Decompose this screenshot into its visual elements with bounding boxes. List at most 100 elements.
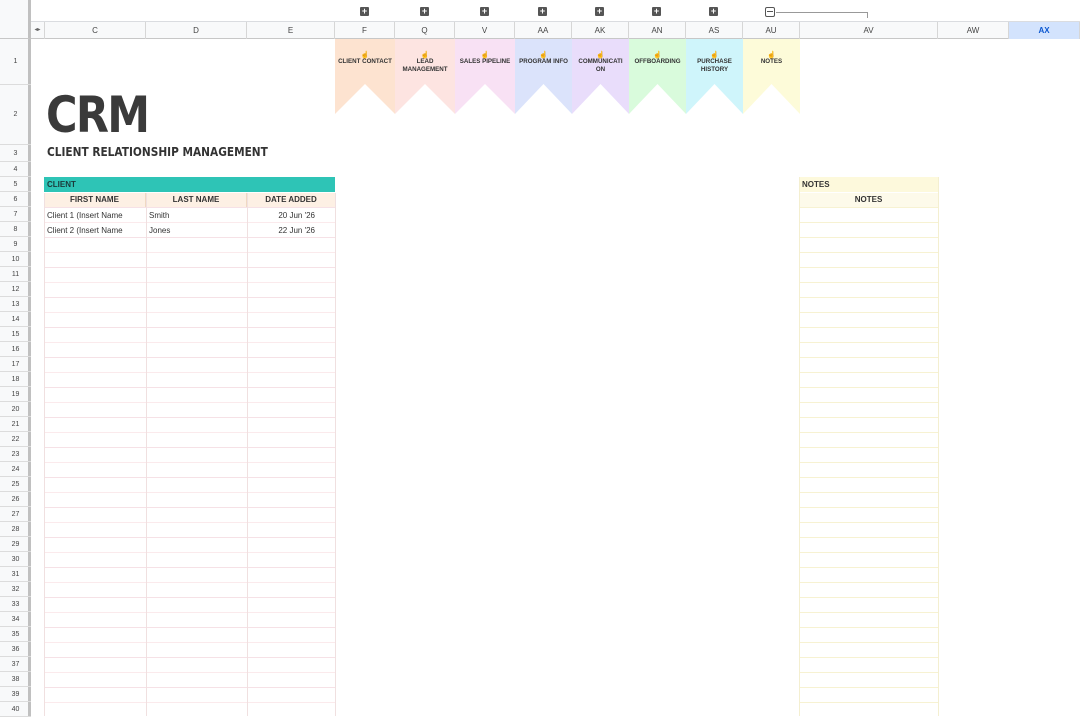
row-header[interactable]: 6: [0, 192, 31, 207]
row-header[interactable]: 30: [0, 552, 31, 567]
notes-row: [799, 237, 938, 238]
notes-row: [799, 297, 938, 298]
row-header[interactable]: 32: [0, 582, 31, 597]
row-header[interactable]: 13: [0, 297, 31, 312]
row-header[interactable]: 10: [0, 252, 31, 267]
row-header[interactable]: 5: [0, 177, 31, 192]
column-header-av[interactable]: AV: [800, 22, 938, 39]
tab-label: COMMUNICATI ON: [578, 58, 623, 73]
row-header[interactable]: 25: [0, 477, 31, 492]
table-column-divider: [146, 193, 147, 716]
row-header[interactable]: 35: [0, 627, 31, 642]
table-column-divider: [247, 193, 248, 716]
column-header-aa[interactable]: AA: [515, 22, 572, 39]
column-header-c[interactable]: C: [45, 22, 146, 39]
row-header[interactable]: 18: [0, 372, 31, 387]
row-header[interactable]: 22: [0, 432, 31, 447]
row-header[interactable]: 2: [0, 85, 31, 145]
row-header[interactable]: 14: [0, 312, 31, 327]
row-header[interactable]: 16: [0, 342, 31, 357]
notes-row: [799, 657, 938, 658]
row-header[interactable]: 19: [0, 387, 31, 402]
column-header-f[interactable]: F: [335, 22, 395, 39]
date-added-cell[interactable]: 22 Jun '26: [247, 223, 335, 238]
table-row: [44, 282, 335, 283]
column-header-an[interactable]: AN: [629, 22, 686, 39]
table-row: [44, 672, 335, 673]
first-name-cell[interactable]: Client 1 (Insert Name: [44, 208, 146, 223]
expand-group-icon[interactable]: +: [360, 7, 369, 16]
row-header[interactable]: 12: [0, 282, 31, 297]
row-header[interactable]: 21: [0, 417, 31, 432]
last-name-cell[interactable]: Smith: [146, 208, 247, 223]
notes-row: [799, 312, 938, 313]
column-header-ax[interactable]: AX: [1009, 22, 1080, 39]
notes-row: [799, 492, 938, 493]
expand-group-icon[interactable]: +: [652, 7, 661, 16]
row-header[interactable]: 20: [0, 402, 31, 417]
collapse-group-icon[interactable]: [765, 7, 775, 17]
tab-banner[interactable]: ☝ PROGRAM INFO: [515, 39, 572, 114]
row-header[interactable]: 1: [0, 39, 31, 85]
column-header-as[interactable]: AS: [686, 22, 743, 39]
expand-group-icon[interactable]: +: [595, 7, 604, 16]
table-row: [44, 477, 335, 478]
date-added-cell[interactable]: 20 Jun '26: [247, 208, 335, 223]
row-header[interactable]: 9: [0, 237, 31, 252]
expand-group-icon[interactable]: +: [480, 7, 489, 16]
row-header[interactable]: 39: [0, 687, 31, 702]
expand-group-icon[interactable]: +: [538, 7, 547, 16]
column-header-v[interactable]: V: [455, 22, 515, 39]
notes-column-divider: [799, 177, 800, 716]
hidden-columns-indicator[interactable]: ◂▸: [31, 22, 45, 39]
select-all-corner[interactable]: [0, 0, 31, 39]
tab-banner[interactable]: ☝ COMMUNICATI ON: [572, 39, 629, 114]
row-header[interactable]: 7: [0, 207, 31, 222]
column-header-au[interactable]: AU: [743, 22, 800, 39]
notes-row: [799, 552, 938, 553]
table-row: [44, 552, 335, 553]
column-header-d[interactable]: D: [146, 22, 247, 39]
expand-group-icon[interactable]: +: [709, 7, 718, 16]
tab-banner[interactable]: ☝ SALES PIPELINE: [455, 39, 515, 114]
row-header[interactable]: 11: [0, 267, 31, 282]
tab-banner[interactable]: ☝ LEAD MANAGEMENT: [395, 39, 455, 114]
row-header[interactable]: 34: [0, 612, 31, 627]
column-header-e[interactable]: E: [247, 22, 335, 39]
first-name-cell[interactable]: Client 2 (Insert Name: [44, 223, 146, 238]
table-row: [44, 357, 335, 358]
row-header[interactable]: 3: [0, 145, 31, 162]
notes-column-header: NOTES: [799, 193, 938, 207]
table-row: [44, 312, 335, 313]
row-header[interactable]: 33: [0, 597, 31, 612]
tab-banner[interactable]: ☝ CLIENT CONTACT: [335, 39, 395, 114]
row-header[interactable]: 26: [0, 492, 31, 507]
row-header[interactable]: 4: [0, 162, 31, 177]
row-header[interactable]: 15: [0, 327, 31, 342]
row-header[interactable]: 31: [0, 567, 31, 582]
row-header[interactable]: 29: [0, 537, 31, 552]
row-header[interactable]: 24: [0, 462, 31, 477]
row-header[interactable]: 36: [0, 642, 31, 657]
row-header[interactable]: 8: [0, 222, 31, 237]
row-header[interactable]: 37: [0, 657, 31, 672]
expand-group-icon[interactable]: +: [420, 7, 429, 16]
row-header[interactable]: 27: [0, 507, 31, 522]
tab-banner[interactable]: ☝ OFFBOARDING: [629, 39, 686, 114]
row-header[interactable]: 40: [0, 702, 31, 717]
last-name-cell[interactable]: Jones: [146, 223, 247, 238]
tab-label: OFFBOARDING: [634, 58, 681, 65]
table-row: [44, 567, 335, 568]
notes-row: [799, 477, 938, 478]
table-row: [44, 372, 335, 373]
row-header[interactable]: 17: [0, 357, 31, 372]
row-header[interactable]: 28: [0, 522, 31, 537]
tab-banner[interactable]: ☝ NOTES: [743, 39, 800, 114]
row-header[interactable]: 38: [0, 672, 31, 687]
tab-banner[interactable]: ☝ PURCHASE HISTORY: [686, 39, 743, 114]
column-header-aw[interactable]: AW: [938, 22, 1009, 39]
column-header-ak[interactable]: AK: [572, 22, 629, 39]
table-row: [44, 342, 335, 343]
column-header-q[interactable]: Q: [395, 22, 455, 39]
row-header[interactable]: 23: [0, 447, 31, 462]
